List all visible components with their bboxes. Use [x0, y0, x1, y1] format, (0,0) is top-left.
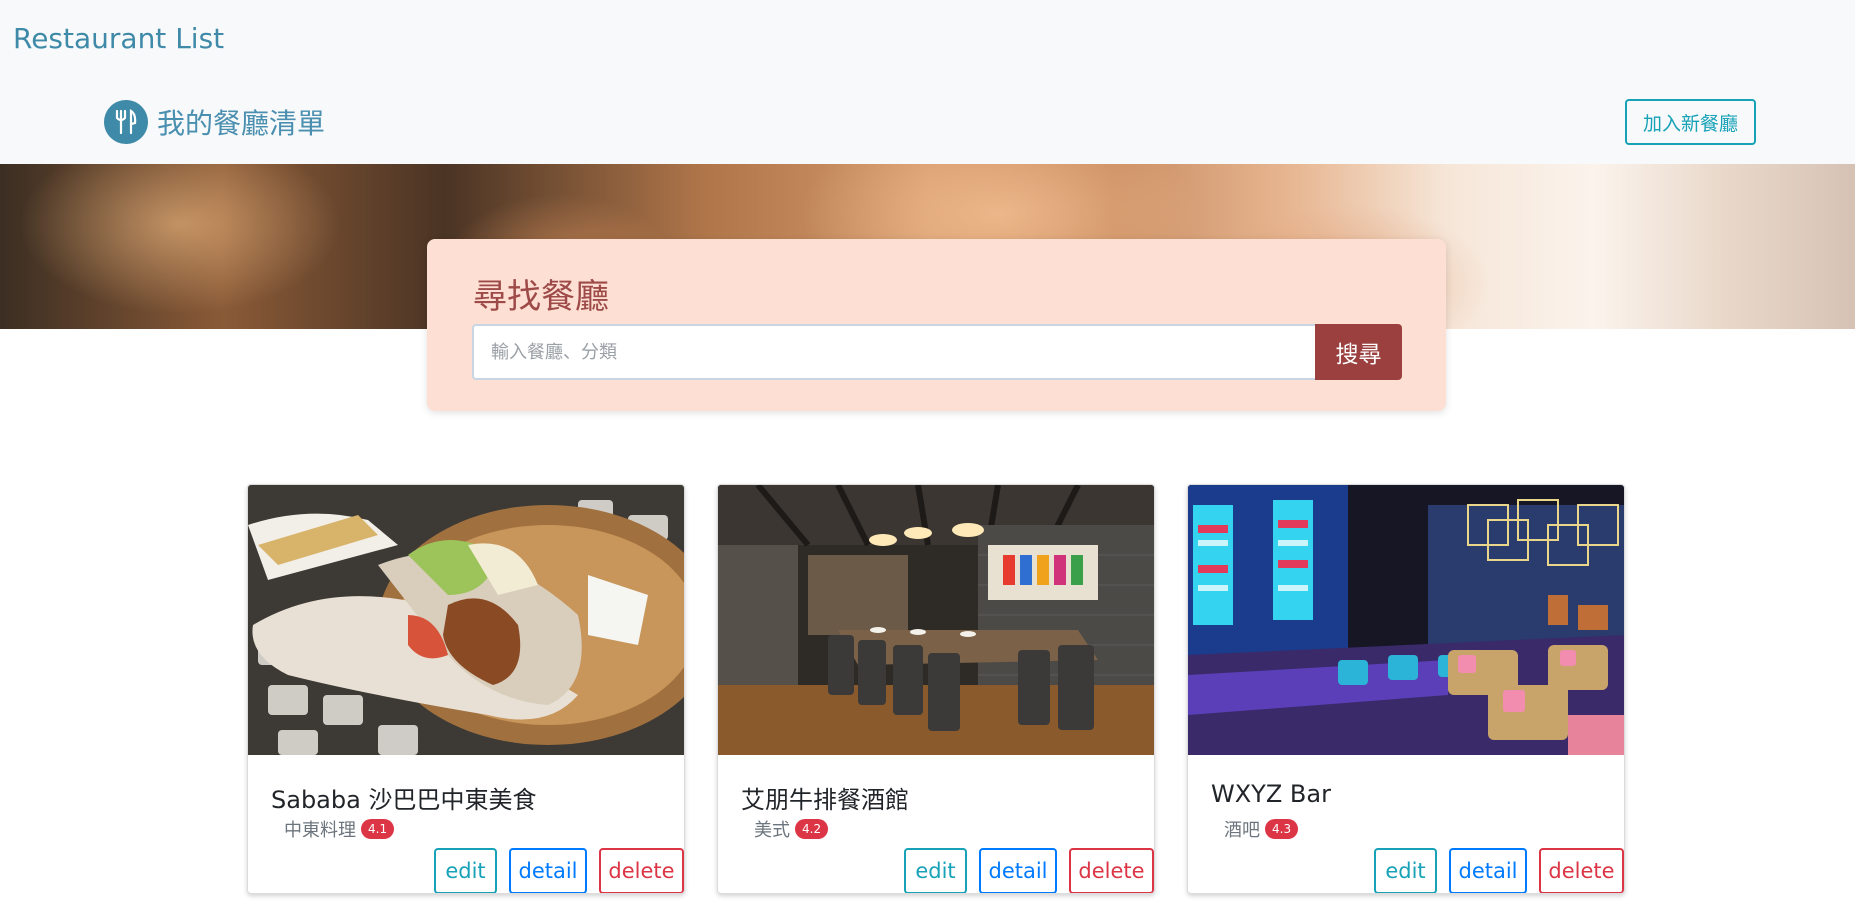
- restaurant-name: WXYZ Bar: [1211, 780, 1331, 808]
- restaurant-card[interactable]: 艾朋牛排餐酒館 美式 4.2 edit detail delete: [717, 484, 1155, 894]
- restaurant-image[interactable]: [1188, 485, 1624, 755]
- detail-button[interactable]: detail: [509, 848, 587, 893]
- edit-button[interactable]: edit: [904, 848, 967, 893]
- search-button[interactable]: 搜尋: [1315, 324, 1402, 380]
- page-title: 我的餐廳清單: [157, 107, 326, 140]
- search-panel: 尋找餐廳 搜尋: [427, 239, 1446, 411]
- add-restaurant-button[interactable]: 加入新餐廳: [1625, 99, 1756, 145]
- restaurant-image[interactable]: [248, 485, 684, 755]
- brand-link[interactable]: Restaurant List: [13, 22, 224, 55]
- restaurant-category: 美式: [754, 820, 790, 841]
- restaurant-category: 酒吧: [1224, 820, 1260, 841]
- search-title: 尋找餐廳: [473, 277, 609, 317]
- utensils-icon: [104, 100, 148, 144]
- restaurant-name: Sababa 沙巴巴中東美食: [271, 786, 537, 814]
- detail-button[interactable]: detail: [1449, 848, 1527, 893]
- delete-button[interactable]: delete: [1539, 848, 1624, 893]
- restaurant-name: 艾朋牛排餐酒館: [741, 786, 909, 814]
- rating-badge: 4.2: [795, 819, 829, 839]
- rating-badge: 4.1: [361, 819, 395, 839]
- restaurant-image[interactable]: [718, 485, 1154, 755]
- detail-button[interactable]: detail: [979, 848, 1057, 893]
- navbar: Restaurant List 我的餐廳清單 加入新餐廳: [0, 0, 1855, 164]
- edit-button[interactable]: edit: [1374, 848, 1437, 893]
- delete-button[interactable]: delete: [599, 848, 684, 893]
- restaurant-card[interactable]: WXYZ Bar 酒吧 4.3 edit detail delete: [1187, 484, 1625, 894]
- logo-title-group[interactable]: 我的餐廳清單: [104, 100, 325, 144]
- rating-badge: 4.3: [1265, 819, 1299, 839]
- category-row: 酒吧 4.3: [1224, 816, 1299, 842]
- category-row: 美式 4.2: [754, 816, 829, 842]
- edit-button[interactable]: edit: [434, 848, 497, 893]
- restaurant-card[interactable]: Sababa 沙巴巴中東美食 中東料理 4.1 edit detail dele…: [247, 484, 685, 894]
- search-input[interactable]: [472, 324, 1316, 380]
- delete-button[interactable]: delete: [1069, 848, 1154, 893]
- category-row: 中東料理 4.1: [284, 816, 395, 842]
- restaurant-category: 中東料理: [284, 820, 356, 841]
